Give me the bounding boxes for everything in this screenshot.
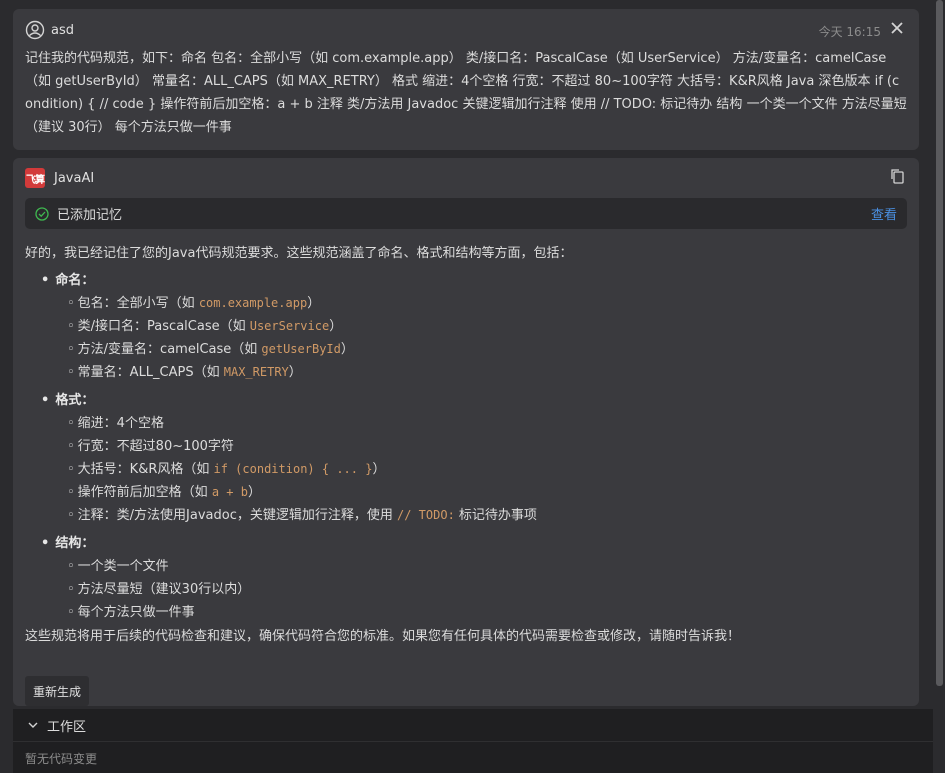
- list-item: 每个方法只做一件事: [67, 601, 907, 624]
- workspace-panel: 工作区 暂无代码变更: [13, 709, 933, 773]
- user-message-header: asd: [25, 19, 907, 41]
- message-timestamp: 今天 16:15: [818, 25, 881, 39]
- list-item: 方法尽量短（建议30行以内）: [67, 578, 907, 601]
- list-item: 常量名：ALL_CAPS（如 MAX_RETRY）: [67, 361, 907, 384]
- user-message-card: asd 今天 16:15 记住我的代码规范，如下：命名 包名：全部小写（如 co…: [13, 9, 919, 150]
- list-item: 操作符前后加空格（如 a + b）: [67, 481, 907, 504]
- section-format: 格式： 缩进：4个空格 行宽：不超过80~100字符 大括号：K&R风格（如 i…: [41, 390, 907, 527]
- view-memory-link[interactable]: 查看: [871, 204, 897, 223]
- ai-message-header: 飞算 JavaAI: [25, 168, 94, 188]
- section-title: 格式：: [41, 390, 907, 412]
- workspace-empty-text: 暂无代码变更: [25, 752, 98, 766]
- list-item: 一个类一个文件: [67, 555, 907, 578]
- list-item: 缩进：4个空格: [67, 412, 907, 435]
- user-avatar-icon: [25, 20, 45, 40]
- memory-status-text: 已添加记忆: [57, 208, 123, 223]
- regenerate-button[interactable]: 重新生成: [25, 676, 90, 706]
- copy-icon[interactable]: [889, 168, 905, 184]
- list-item: 方法/变量名：camelCase（如 getUserById）: [67, 338, 907, 361]
- ai-intro-text: 好的，我已经记住了您的Java代码规范要求。这些规范涵盖了命名、格式和结构等方面…: [25, 246, 573, 261]
- section-structure: 结构： 一个类一个文件 方法尽量短（建议30行以内） 每个方法只做一件事: [41, 533, 907, 624]
- section-naming: 命名： 包名：全部小写（如 com.example.app） 类/接口名：Pas…: [41, 270, 907, 384]
- chevron-down-icon[interactable]: [27, 719, 39, 731]
- close-icon[interactable]: [889, 20, 905, 36]
- section-title: 结构：: [41, 533, 907, 555]
- list-item: 行宽：不超过80~100字符: [67, 435, 907, 458]
- workspace-header[interactable]: 工作区: [13, 709, 933, 742]
- user-message-text: 记住我的代码规范，如下：命名 包名：全部小写（如 com.example.app…: [25, 51, 907, 135]
- list-item: 类/接口名：PascalCase（如 UserService）: [67, 315, 907, 338]
- scrollbar[interactable]: [936, 0, 943, 686]
- list-item: 包名：全部小写（如 com.example.app）: [67, 292, 907, 315]
- ai-message-card: 飞算 JavaAI 已添加记忆 查看 好的，我已经记住了您的Java代码规范要求…: [13, 158, 919, 706]
- ai-outro-text: 这些规范将用于后续的代码检查和建议，确保代码符合您的标准。如果您有任何具体的代码…: [25, 629, 741, 644]
- check-circle-icon: [35, 206, 49, 221]
- list-item: 注释：类/方法使用Javadoc，关键逻辑加行注释，使用 // TODO: 标记…: [67, 504, 907, 527]
- ai-message-body: 好的，我已经记住了您的Java代码规范要求。这些规范涵盖了命名、格式和结构等方面…: [25, 244, 907, 648]
- list-item: 大括号：K&R风格（如 if (condition) { ... }）: [67, 458, 907, 481]
- user-name: asd: [51, 22, 74, 38]
- section-title: 命名：: [41, 270, 907, 292]
- workspace-title: 工作区: [47, 719, 87, 735]
- ai-name: JavaAI: [54, 170, 95, 186]
- memory-status-bar: 已添加记忆 查看: [25, 198, 907, 229]
- ai-logo-icon: 飞算: [25, 168, 45, 188]
